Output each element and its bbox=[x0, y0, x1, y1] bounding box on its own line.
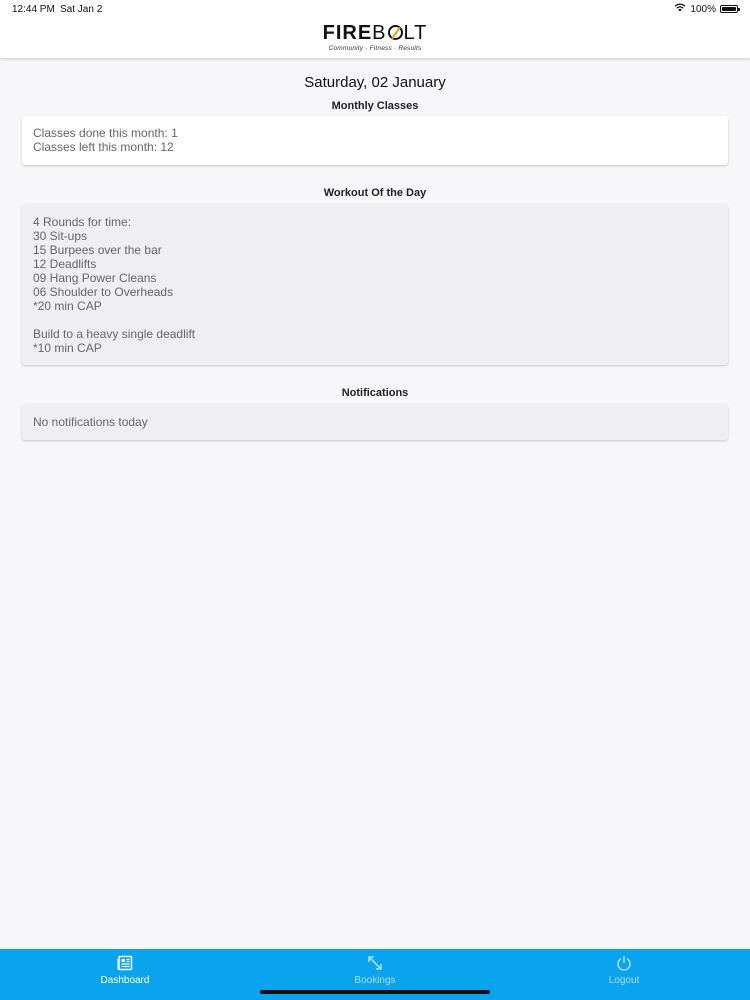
wifi-icon bbox=[674, 3, 686, 15]
page-title: Saturday, 02 January bbox=[304, 74, 446, 91]
battery-icon bbox=[720, 5, 740, 13]
bolt-o-icon bbox=[387, 25, 403, 40]
monthly-classes-heading: Monthly Classes bbox=[331, 100, 419, 112]
notifications-text: No notifications today bbox=[33, 415, 148, 429]
notifications-heading: Notifications bbox=[341, 387, 409, 399]
expand-arrows-icon bbox=[315, 955, 435, 973]
logo-tagline: Community · Fitness · Results bbox=[328, 45, 422, 52]
nav-logout[interactable]: Logout bbox=[564, 955, 684, 986]
bottom-nav: Dashboard Bookings Logout bbox=[0, 949, 750, 1000]
wod-card: 4 Rounds for time: 30 Sit-ups 15 Burpees… bbox=[22, 204, 728, 365]
classes-done-text: Classes done this month: 1 bbox=[33, 126, 178, 140]
home-indicator[interactable] bbox=[260, 990, 490, 994]
app-header: FIREB LT Community · Fitness · Results bbox=[0, 18, 750, 59]
wod-heading: Workout Of the Day bbox=[323, 187, 427, 199]
monthly-classes-card: Classes done this month: 1 Classes left … bbox=[22, 116, 728, 165]
status-date: Sat Jan 2 bbox=[60, 4, 103, 15]
nav-dashboard-label: Dashboard bbox=[100, 975, 150, 986]
nav-dashboard[interactable]: Dashboard bbox=[65, 955, 185, 986]
notifications-card: No notifications today bbox=[22, 404, 728, 440]
nav-bookings[interactable]: Bookings bbox=[315, 955, 435, 986]
classes-left-text: Classes left this month: 12 bbox=[33, 140, 174, 154]
status-indicators: 100% bbox=[674, 3, 740, 15]
power-icon bbox=[564, 955, 684, 973]
dashboard-content: Saturday, 02 January Monthly Classes Cla… bbox=[0, 60, 750, 440]
status-bar: 12:44 PM Sat Jan 2 100% bbox=[0, 0, 750, 18]
wod-text: 4 Rounds for time: 30 Sit-ups 15 Burpees… bbox=[33, 215, 196, 355]
firebolt-logo: FIREB LT Community · Fitness · Results bbox=[0, 23, 750, 52]
newspaper-icon bbox=[65, 955, 185, 973]
nav-bookings-label: Bookings bbox=[354, 975, 396, 986]
nav-logout-label: Logout bbox=[608, 975, 640, 986]
battery-percent: 100% bbox=[690, 3, 716, 15]
status-time: 12:44 PM bbox=[12, 4, 55, 15]
